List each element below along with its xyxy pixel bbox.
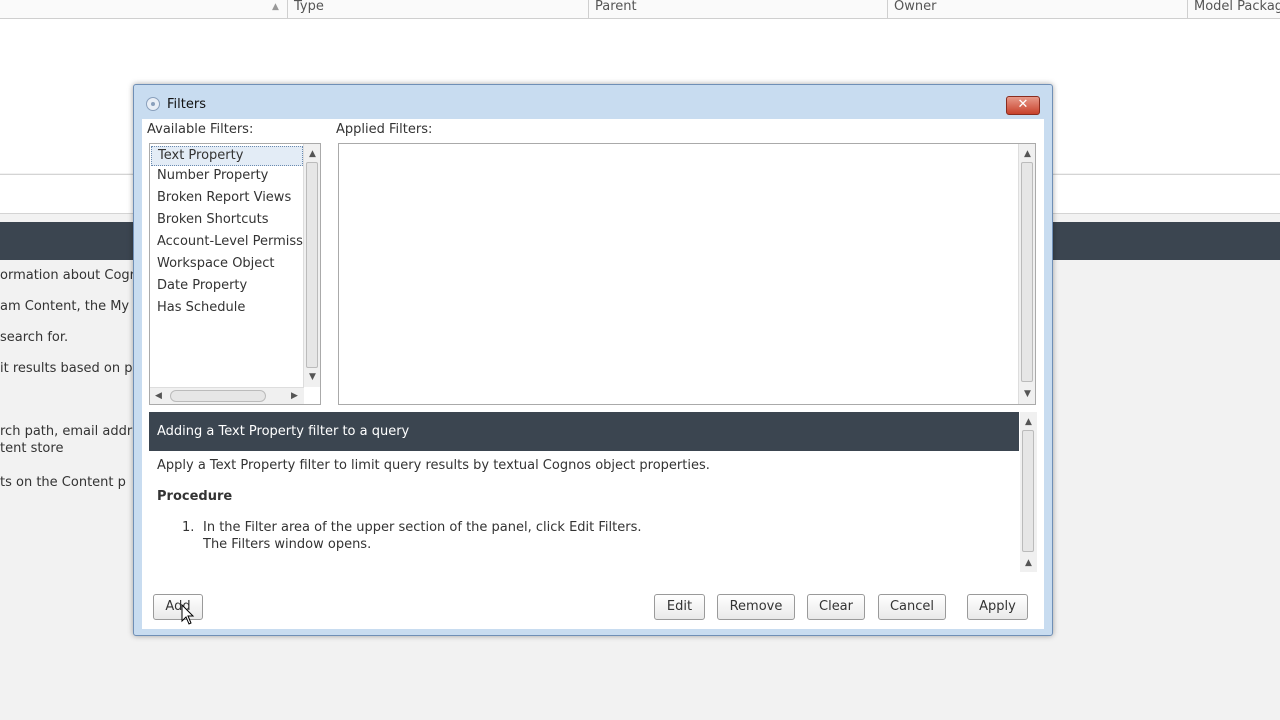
list-item-broken-report-views[interactable]: Broken Report Views [157,188,305,208]
available-list-vertical-scrollbar[interactable]: ▲ ▼ [303,144,320,387]
scroll-down-arrow-icon[interactable]: ▼ [304,370,321,384]
scroll-up-arrow-icon[interactable]: ▲ [1019,147,1036,161]
help-vertical-scrollbar[interactable]: ▲ ▲ [1020,412,1037,572]
applied-filters-list[interactable]: ▲ ▼ [338,143,1036,405]
scroll-right-arrow-icon[interactable]: ▶ [286,389,303,403]
help-intro: Apply a Text Property filter to limit qu… [157,458,710,473]
list-item-date-property[interactable]: Date Property [157,276,305,296]
dialog-title: Filters [167,97,206,112]
scroll-down-arrow-icon[interactable]: ▼ [1019,387,1036,401]
column-header-type[interactable]: Type [287,0,588,18]
background-text-line: am Content, the My [0,299,130,314]
column-header-owner[interactable]: Owner [887,0,1187,18]
add-button[interactable]: Add [153,594,203,620]
list-item-text-property[interactable]: Text Property [151,146,303,166]
list-item-number-property[interactable]: Number Property [157,166,305,186]
dialog-body: Available Filters: Applied Filters: Text… [142,119,1044,629]
help-procedure-heading: Procedure [157,489,233,504]
list-item-broken-shortcuts[interactable]: Broken Shortcuts [157,210,305,230]
list-item-has-schedule[interactable]: Has Schedule [157,298,305,318]
cancel-button[interactable]: Cancel [878,594,946,620]
background-text-line: rch path, email addr [0,424,133,439]
scrollbar-thumb[interactable] [306,162,318,368]
sort-ascending-icon[interactable]: ▲ [272,2,279,12]
available-list-horizontal-scrollbar[interactable]: ◀ ▶ [150,387,304,404]
available-filters-list[interactable]: Text Property Number Property Broken Rep… [149,143,321,405]
background-text-line: tent store [0,441,64,456]
results-table-header: ▲ Type Parent Owner Model Packag [0,0,1280,19]
scroll-left-arrow-icon[interactable]: ◀ [150,389,167,403]
filters-dialog: Filters ✕ Available Filters: Applied Fil… [133,84,1053,636]
background-text-line: ormation about Cogr [0,268,136,283]
list-item-account-level-permissions[interactable]: Account-Level Permissio [157,232,305,252]
scrollbar-thumb[interactable] [1021,162,1033,382]
background-text-line: ts on the Content p [0,475,126,490]
clear-button[interactable]: Clear [807,594,865,620]
background-text-line: it results based on p [0,361,133,376]
edit-button[interactable]: Edit [654,594,705,620]
close-button[interactable]: ✕ [1006,96,1040,115]
help-heading: Adding a Text Property filter to a query [149,412,1019,451]
list-item-workspace-object[interactable]: Workspace Object [157,254,305,274]
column-header-model-package[interactable]: Model Packag [1187,0,1280,18]
scroll-up-arrow-icon[interactable]: ▲ [304,147,321,161]
apply-button[interactable]: Apply [967,594,1028,620]
available-filters-label: Available Filters: [147,122,254,137]
scrollbar-thumb[interactable] [1022,430,1034,552]
remove-button[interactable]: Remove [717,594,795,620]
help-step-number: 1. [182,520,195,535]
help-step-text: The Filters window opens. [203,537,372,552]
dialog-app-icon [146,97,160,111]
scroll-down-arrow-icon[interactable]: ▲ [1020,556,1037,570]
scroll-up-arrow-icon[interactable]: ▲ [1020,415,1037,429]
dialog-titlebar[interactable]: Filters ✕ [134,85,1052,119]
applied-list-vertical-scrollbar[interactable]: ▲ ▼ [1018,144,1035,404]
help-panel: Adding a Text Property filter to a query… [149,412,1037,572]
column-header-parent[interactable]: Parent [588,0,887,18]
help-step-text: In the Filter area of the upper section … [203,520,642,535]
applied-filters-label: Applied Filters: [336,122,433,137]
background-text-line: search for. [0,330,69,345]
scrollbar-thumb[interactable] [170,390,266,402]
mouse-pointer-icon [181,604,195,625]
